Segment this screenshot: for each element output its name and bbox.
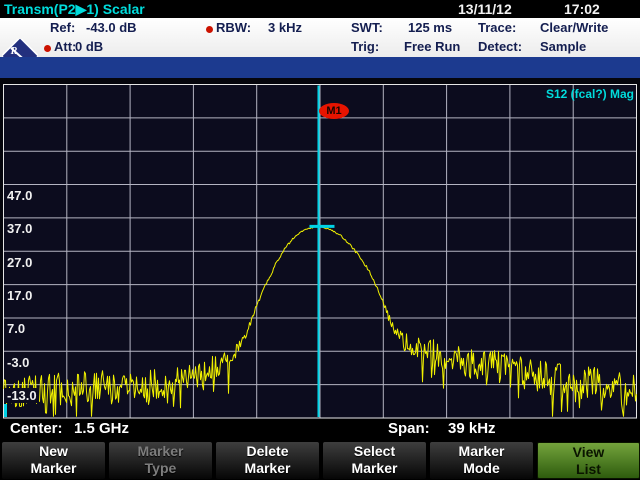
center-freq-value: 1.5 GHz [74, 420, 129, 437]
rbw-label: RBW: [216, 20, 251, 35]
trig-value: Free Run [404, 39, 460, 54]
softkey-label: Marker [216, 460, 319, 477]
date-display: 13/11/12 [458, 1, 512, 17]
att-label: Att: [54, 39, 76, 54]
trace-plot-area: S12 (fcal?) Mag M1 47.0 37.0 27.0 17.0 7… [0, 78, 640, 419]
swt-label: SWT: [351, 20, 383, 35]
softkey-label: Select [323, 443, 426, 460]
softkey-marker-type: Marker Type [109, 442, 212, 479]
softkey-label: New [2, 443, 105, 460]
softkey-label: Mode [430, 460, 533, 477]
trace-mode-value: Clear/Write [540, 20, 608, 35]
y-tick: 47.0 [5, 188, 34, 203]
softkey-label: List [538, 461, 639, 478]
softkey-label: Marker [109, 443, 212, 460]
y-tick: 17.0 [5, 288, 34, 303]
detect-value: Sample [540, 39, 586, 54]
softkey-label: View [538, 444, 639, 461]
measurement-title: Transm(P2▶1) Scalar [4, 1, 145, 18]
rbw-modified-dot-icon [206, 26, 213, 33]
y-tick: -3.0 [5, 355, 31, 370]
spectrum-plot [0, 84, 640, 419]
y-tick: 7.0 [5, 321, 27, 336]
softkey-label: Marker [323, 460, 426, 477]
swt-value: 125 ms [408, 20, 452, 35]
y-tick: 37.0 [5, 221, 34, 236]
center-freq-label: Center: [10, 420, 63, 437]
marker-flag-badge: M1 [319, 103, 349, 119]
span-value: 39 kHz [448, 420, 496, 437]
detect-label: Detect: [478, 39, 522, 54]
att-modified-dot-icon [44, 45, 51, 52]
softkey-view-list[interactable]: View List [537, 442, 640, 479]
ref-value: -43.0 dB [86, 20, 137, 35]
time-display: 17:02 [564, 1, 600, 17]
trace-mode-label: Trace: [478, 20, 516, 35]
softkey-select-marker[interactable]: Select Marker [323, 442, 426, 479]
softkey-label: Delete [216, 443, 319, 460]
ref-label: Ref: [50, 20, 75, 35]
softkey-new-marker[interactable]: New Marker [2, 442, 105, 479]
softkey-label: Type [109, 460, 212, 477]
trig-label: Trig: [351, 39, 379, 54]
span-label: Span: [388, 420, 430, 437]
frequency-bar: Center: 1.5 GHz Span: 39 kHz [0, 419, 640, 441]
softkey-delete-marker[interactable]: Delete Marker [216, 442, 319, 479]
softkey-bar: New Marker Marker Type Delete Marker Sel… [0, 441, 640, 480]
softkey-marker-mode[interactable]: Marker Mode [430, 442, 533, 479]
title-bar: Transm(P2▶1) Scalar 13/11/12 17:02 [0, 0, 640, 18]
y-tick: 27.0 [5, 255, 34, 270]
softkey-label: Marker [2, 460, 105, 477]
marker-readout-row: M1 1.4999999 GHz 14.46 dB [0, 57, 640, 78]
trace-label: S12 (fcal?) Mag [546, 87, 634, 101]
att-value: 0 dB [75, 39, 103, 54]
svg-text:R: R [10, 46, 18, 57]
softkey-label: Marker [430, 443, 533, 460]
y-tick: -13.0 [5, 388, 39, 403]
rbw-value: 3 kHz [268, 20, 302, 35]
settings-panel: R S Ref: -43.0 dB RBW: 3 kHz SWT: 125 ms… [0, 18, 640, 57]
